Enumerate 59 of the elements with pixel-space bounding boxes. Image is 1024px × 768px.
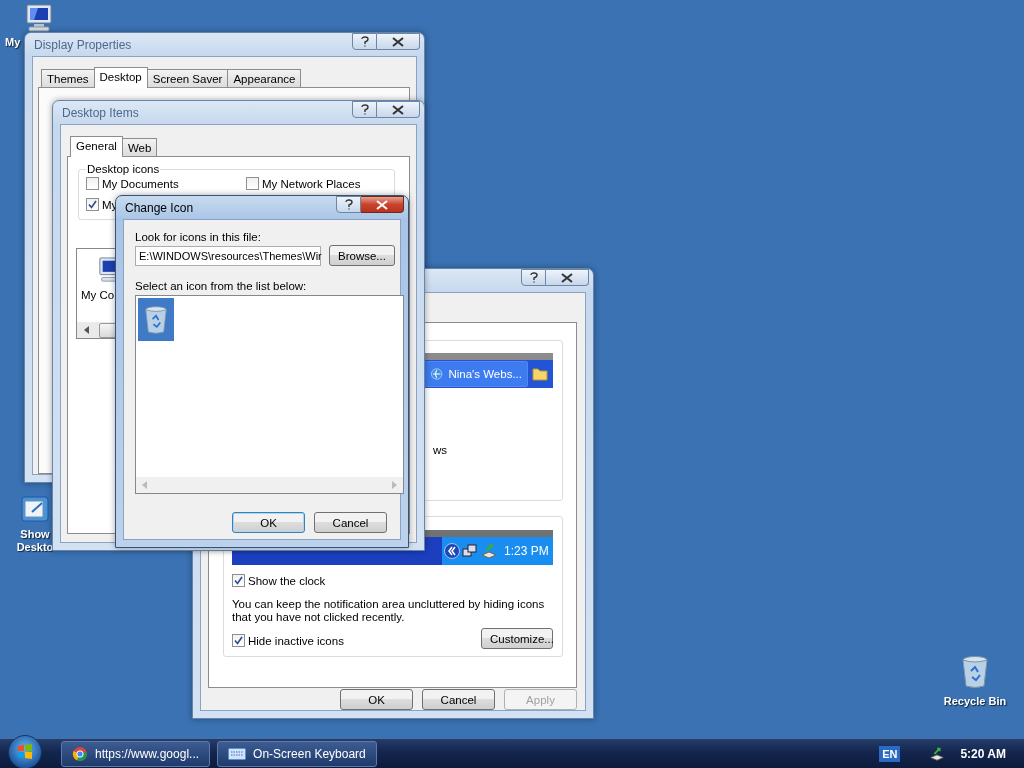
desktop-icon-label[interactable]: My [5, 36, 21, 49]
input-field[interactable]: E:\WINDOWS\resources\Themes\Wir [135, 245, 321, 266]
recycle-bin-icon [144, 304, 168, 335]
checkbox[interactable] [246, 177, 259, 190]
window-title: Change Icon [124, 200, 194, 215]
icon-listbox[interactable] [135, 295, 404, 494]
group-title: Desktop icons [86, 163, 161, 175]
tray-app-icon[interactable] [929, 745, 946, 762]
close-icon [561, 272, 573, 283]
dialog-button[interactable]: OK [232, 512, 305, 533]
checkbox[interactable] [86, 198, 99, 211]
network-icon [462, 543, 478, 559]
help-icon [344, 199, 353, 210]
help-icon [360, 104, 369, 115]
dialog-button[interactable]: Cancel [314, 512, 387, 533]
recycle-bin-icon [961, 655, 989, 689]
tray-app-icon [480, 543, 498, 559]
preview-clock: 1:23 PM [504, 544, 549, 558]
close-icon [392, 36, 404, 47]
field-label: Select an icon from the list below: [135, 280, 308, 292]
taskbar-button[interactable]: On-Screen Keyboard [217, 740, 377, 767]
option-text: ws [433, 444, 449, 456]
icon-option[interactable] [138, 298, 174, 341]
customize-button[interactable]: Customize... [481, 628, 553, 649]
browser-icon [430, 365, 444, 383]
close-icon [376, 199, 388, 210]
checkbox-label: Hide inactive icons [248, 634, 344, 647]
checkbox[interactable] [232, 634, 245, 647]
windows-logo-icon [17, 743, 33, 760]
computer-icon[interactable] [24, 4, 54, 32]
close-button[interactable] [361, 196, 404, 213]
keyboard-icon [228, 747, 247, 760]
help-button[interactable] [336, 196, 361, 213]
taskbar-button[interactable]: https://www.googl... [61, 740, 211, 767]
desktop-icon-label[interactable]: Show Deskto [15, 528, 55, 554]
folder-icon [532, 367, 548, 381]
description-text: You can keep the notification area uncluttered by hiding icons that you have not clicked recently. [232, 598, 546, 624]
clock[interactable]: 5:20 AM [960, 746, 1006, 761]
help-icon [529, 272, 538, 283]
help-icon [360, 36, 369, 47]
browser-icon [72, 745, 88, 762]
list-item-label[interactable]: My Co [81, 289, 115, 301]
field-label: Look for icons in this file: [135, 231, 262, 243]
desktop-icon-label[interactable]: Recycle Bin [943, 695, 1007, 708]
chevron-icon [444, 543, 460, 559]
start-button[interactable] [8, 734, 42, 768]
close-icon [392, 104, 404, 115]
checkbox-label: Show the clock [248, 574, 326, 587]
scroll-left-icon[interactable] [83, 326, 91, 334]
browse-button[interactable]: Browse... [329, 245, 395, 266]
checkbox-label: My Network Places [262, 177, 361, 190]
show-desktop-icon[interactable] [20, 494, 50, 524]
window-title: Desktop Items [61, 105, 139, 120]
checkbox[interactable] [232, 574, 245, 587]
preview-task-label: Nina's Webs... [448, 368, 522, 380]
checkbox[interactable] [86, 177, 99, 190]
language-indicator[interactable]: EN [879, 745, 901, 762]
checkbox-label: My Documents [102, 177, 179, 190]
window-title: Display Properties [33, 37, 132, 52]
